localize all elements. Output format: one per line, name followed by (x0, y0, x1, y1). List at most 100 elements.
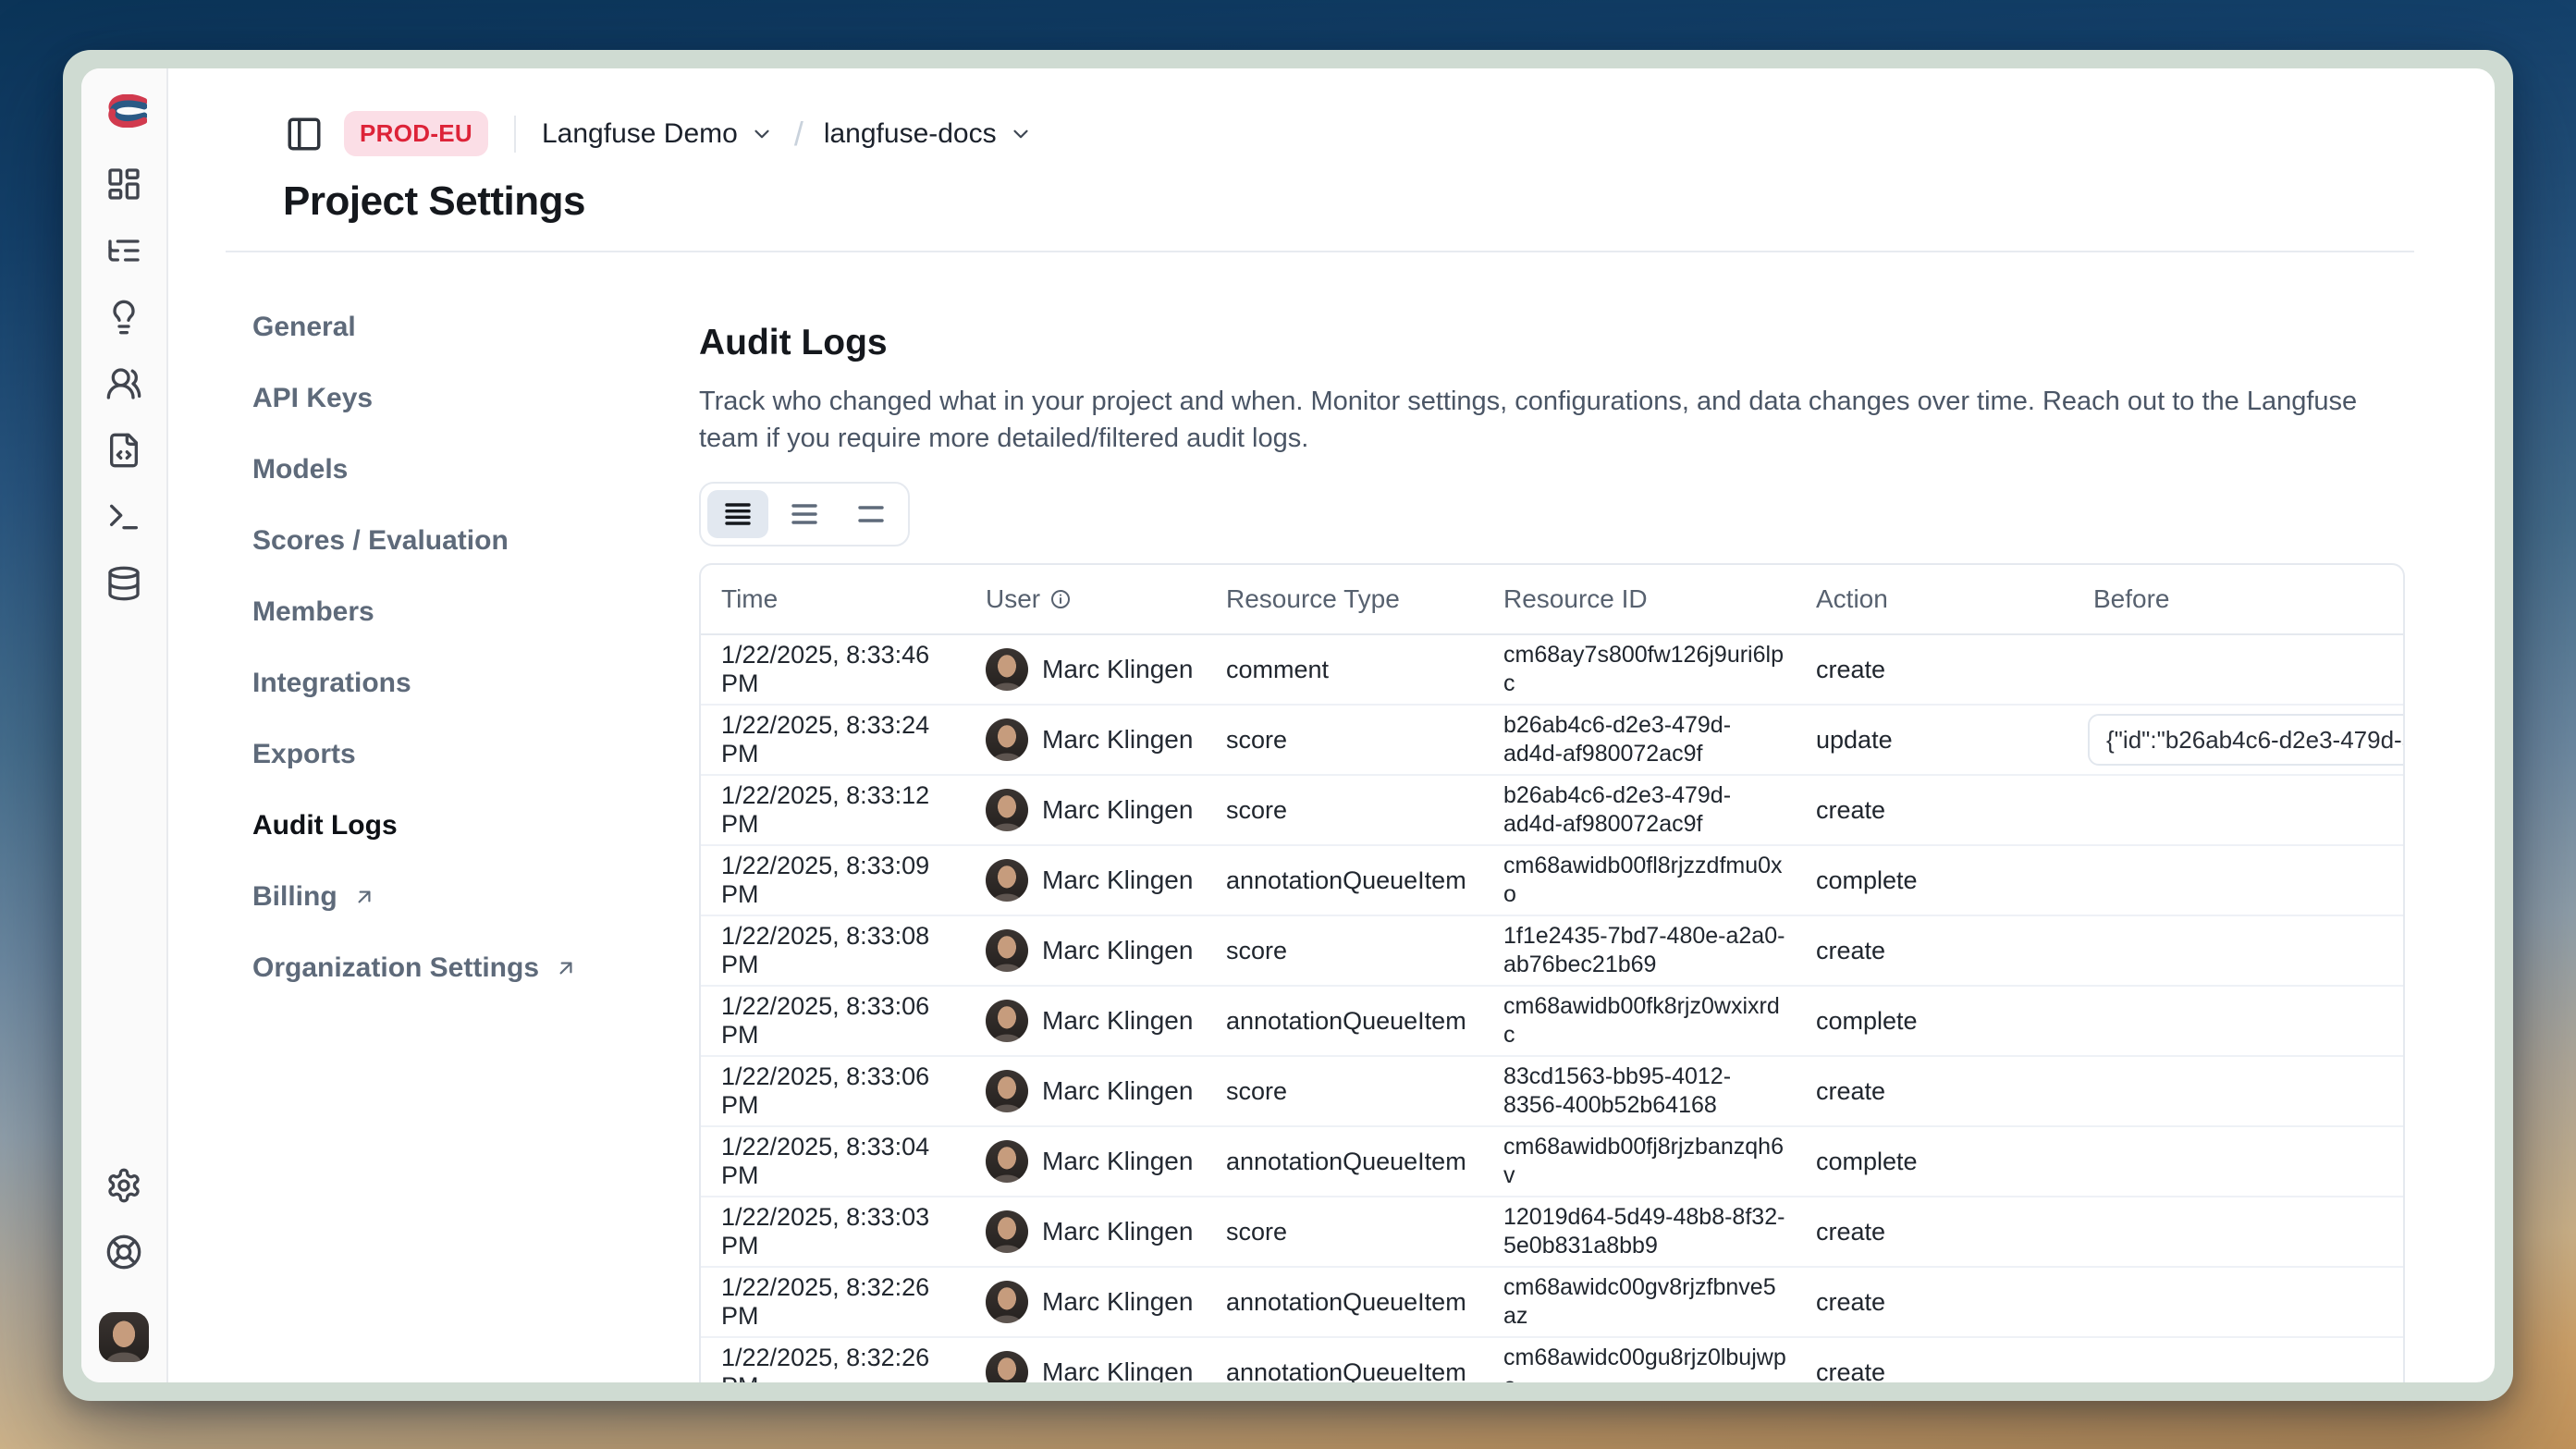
cell-resource-type: annotationQueueItem (1226, 1007, 1503, 1036)
cell-resource-id: cm68ay7s800fw126j9uri6lpc (1503, 635, 1816, 704)
panel-left-icon[interactable] (283, 113, 325, 155)
langfuse-logo-icon[interactable] (101, 94, 147, 128)
external-link-icon (554, 956, 578, 980)
cell-user: Marc Klingen (986, 1070, 1226, 1112)
life-buoy-icon[interactable] (103, 1231, 145, 1273)
audit-log-row: 1/22/2025, 8:33:08 PMMarc Klingenscore1f… (701, 916, 2403, 987)
column-header-action: Action (1816, 584, 2093, 614)
nav-item-label: Billing (252, 881, 337, 913)
nav-item-label: General (252, 312, 356, 343)
audit-logs-panel: Audit Logs Track who changed what in you… (699, 252, 2495, 1382)
cell-action: complete (1816, 866, 2093, 895)
cell-user: Marc Klingen (986, 859, 1226, 902)
cell-resource-type: score (1226, 726, 1503, 755)
breadcrumb: PROD-EU Langfuse Demo / langfuse-docs (168, 68, 2495, 156)
cell-resource-type: annotationQueueItem (1226, 1148, 1503, 1176)
audit-log-row: 1/22/2025, 8:33:24 PM Marc Klingen scoreb2… (701, 706, 2403, 776)
audit-logs-table: Time User Resource Type Resource ID Acti… (699, 563, 2405, 1382)
settings-nav-item-organization-settings[interactable]: Organization Settings (252, 952, 699, 984)
terminal-icon[interactable] (103, 496, 145, 538)
cell-resource-id: b26ab4c6-d2e3-479d-ad4d-af980072ac9f (1503, 706, 1816, 774)
column-header-before: Before (2093, 584, 2403, 614)
icon-rail (81, 68, 168, 1382)
column-header-time: Time (701, 584, 986, 614)
avatar (986, 648, 1028, 691)
audit-log-row: 1/22/2025, 8:33:09 PMMarc Klingenannotat… (701, 846, 2403, 916)
cell-user: Marc Klingen (986, 1140, 1226, 1183)
users-icon[interactable] (103, 362, 145, 405)
main-area: PROD-EU Langfuse Demo / langfuse-docs Pr… (168, 68, 2495, 1382)
settings-gear-icon[interactable] (103, 1164, 145, 1207)
cell-action: complete (1816, 1007, 2093, 1036)
cell-resource-id: cm68awidb00fj8rjzbanzqh6v (1503, 1127, 1816, 1196)
cell-resource-type: comment (1226, 656, 1503, 684)
cell-user: Marc Klingen (986, 1210, 1226, 1253)
settings-nav-item-members[interactable]: Members (252, 596, 699, 628)
settings-nav-item-scores-evaluation[interactable]: Scores / Evaluation (252, 525, 699, 557)
cell-user: Marc Klingen (986, 1281, 1226, 1323)
row-height-small-button[interactable] (707, 490, 768, 538)
row-height-medium-button[interactable] (774, 490, 835, 538)
avatar (986, 718, 1028, 761)
user-name: Marc Klingen (1042, 1217, 1193, 1246)
cell-time: 1/22/2025, 8:33:06 PM (701, 992, 986, 1050)
nav-item-label: Models (252, 454, 348, 485)
cell-resource-id: b26ab4c6-d2e3-479d-ad4d-af980072ac9f (1503, 776, 1816, 844)
row-height-large-button[interactable] (840, 490, 902, 538)
table-header-row: Time User Resource Type Resource ID Acti… (701, 565, 2403, 635)
audit-log-row: 1/22/2025, 8:33:06 PMMarc Klingenscore83… (701, 1057, 2403, 1127)
settings-nav-item-exports[interactable]: Exports (252, 739, 699, 770)
settings-nav-item-integrations[interactable]: Integrations (252, 668, 699, 699)
nav-item-label: Audit Logs (252, 810, 398, 841)
user-avatar[interactable] (99, 1312, 149, 1362)
settings-nav-item-audit-logs[interactable]: Audit Logs (252, 810, 699, 841)
settings-content: General API Keys Models Scores / Evaluation… (168, 252, 2495, 1382)
file-code-icon[interactable] (103, 429, 145, 472)
cell-time: 1/22/2025, 8:32:26 PM (701, 1344, 986, 1382)
column-header-resource-id: Resource ID (1503, 584, 1816, 614)
user-name: Marc Klingen (1042, 795, 1193, 825)
before-json-preview[interactable]: {"id":"b26ab4c6-d2e3-479d-a (2088, 714, 2405, 766)
org-selector[interactable]: Langfuse Demo (542, 118, 774, 150)
cell-resource-type: score (1226, 937, 1503, 965)
cell-action: create (1816, 1288, 2093, 1317)
cell-action: create (1816, 796, 2093, 825)
cell-resource-type: score (1226, 1077, 1503, 1106)
project-selector[interactable]: langfuse-docs (824, 118, 1033, 150)
cell-time: 1/22/2025, 8:33:12 PM (701, 781, 986, 839)
cell-action: complete (1816, 1148, 2093, 1176)
nav-item-label: Exports (252, 739, 356, 770)
settings-nav-item-models[interactable]: Models (252, 454, 699, 485)
settings-nav-item-billing[interactable]: Billing (252, 881, 699, 913)
settings-nav-item-general[interactable]: General (252, 312, 699, 343)
cell-time: 1/22/2025, 8:33:24 PM (701, 711, 986, 768)
audit-logs-description: Track who changed what in your project a… (699, 383, 2405, 457)
cell-action: create (1816, 656, 2093, 684)
cell-user: Marc Klingen (986, 1000, 1226, 1042)
column-header-resource-type: Resource Type (1226, 584, 1503, 614)
user-name: Marc Klingen (1042, 1076, 1193, 1106)
avatar (986, 1351, 1028, 1382)
cell-resource-id: 12019d64-5d49-48b8-8f32-5e0b831a8bb9 (1503, 1197, 1816, 1266)
user-name: Marc Klingen (1042, 655, 1193, 684)
audit-log-row: 1/22/2025, 8:33:12 PMMarc Klingenscoreb2… (701, 776, 2403, 846)
user-name: Marc Klingen (1042, 1147, 1193, 1176)
audit-log-row: 1/22/2025, 8:33:03 PMMarc Klingenscore12… (701, 1197, 2403, 1268)
nav-item-label: Members (252, 596, 374, 628)
user-name: Marc Klingen (1042, 1287, 1193, 1317)
cell-user: Marc Klingen (986, 648, 1226, 691)
nav-item-label: API Keys (252, 383, 373, 414)
cell-resource-id: cm68awidb00fl8rjzzdfmu0xo (1503, 846, 1816, 915)
cell-user: Marc Klingen (986, 1351, 1226, 1382)
cell-time: 1/22/2025, 8:33:09 PM (701, 852, 986, 909)
user-name: Marc Klingen (1042, 725, 1193, 755)
cell-user: Marc Klingen (986, 929, 1226, 972)
cell-time: 1/22/2025, 8:33:46 PM (701, 641, 986, 698)
cell-action: create (1816, 1218, 2093, 1246)
database-icon[interactable] (103, 562, 145, 605)
lightbulb-icon[interactable] (103, 296, 145, 338)
cell-action: create (1816, 1358, 2093, 1383)
tracing-tree-icon[interactable] (103, 229, 145, 272)
dashboard-grid-icon[interactable] (103, 163, 145, 205)
settings-nav-item-api-keys[interactable]: API Keys (252, 383, 699, 414)
